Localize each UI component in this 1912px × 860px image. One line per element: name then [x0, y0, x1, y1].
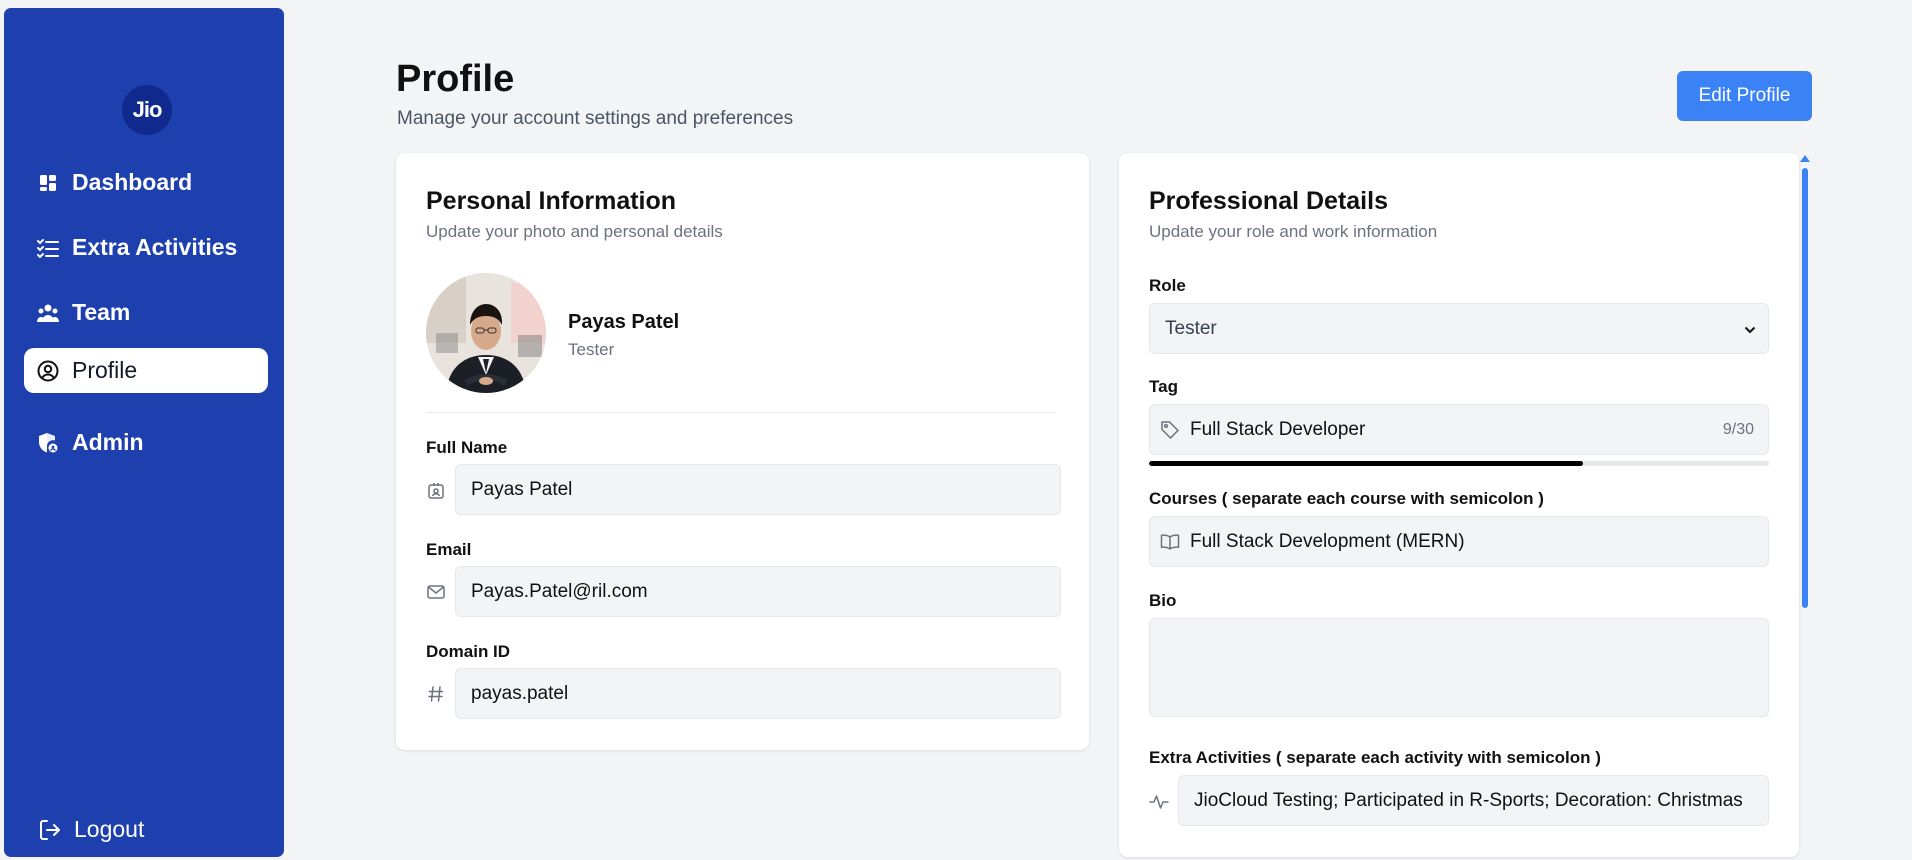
personal-information-card: Personal Information Update your photo a… — [396, 153, 1089, 750]
id-card-icon — [426, 481, 446, 501]
email-field[interactable]: Payas.Patel@ril.com — [455, 566, 1061, 617]
avatar[interactable] — [426, 273, 546, 393]
card-subtitle: Update your photo and personal details — [426, 222, 723, 241]
hash-icon — [426, 684, 446, 704]
chevron-down-icon — [1744, 318, 1756, 340]
tag-value: Full Stack Developer — [1190, 418, 1366, 440]
profile-name: Payas Patel — [568, 311, 680, 333]
jio-logo[interactable]: Jio — [122, 85, 172, 135]
sidebar-item-label: Profile — [72, 357, 138, 383]
courses-label: Courses ( separate each course with semi… — [1149, 489, 1544, 508]
bio-textarea[interactable] — [1149, 618, 1769, 717]
full-name-label: Full Name — [426, 438, 508, 457]
tag-input[interactable]: Full Stack Developer 9/30 — [1149, 404, 1769, 455]
sidebar-item-label: Admin — [72, 429, 144, 455]
sidebar-item-dashboard[interactable]: Dashboard — [24, 160, 268, 205]
courses-value: Full Stack Development (MERN) — [1190, 530, 1465, 552]
sidebar-item-extra-activities[interactable]: Extra Activities — [24, 225, 268, 270]
tag-icon — [1160, 420, 1180, 440]
card-title: Personal Information — [426, 187, 677, 215]
full-name-field[interactable]: Payas Patel — [455, 464, 1061, 515]
scroll-up-arrow[interactable] — [1800, 155, 1810, 162]
edit-profile-button[interactable]: Edit Profile — [1677, 71, 1812, 121]
domain-id-field[interactable]: payas.patel — [455, 668, 1061, 719]
tag-label: Tag — [1149, 377, 1178, 396]
logout-button[interactable]: Logout — [38, 816, 144, 843]
domain-id-label: Domain ID — [426, 642, 511, 661]
email-label: Email — [426, 540, 472, 559]
divider — [426, 412, 1056, 413]
profile-role: Tester — [568, 340, 615, 359]
role-select[interactable]: Tester — [1149, 303, 1769, 354]
tag-length-progress — [1149, 461, 1769, 466]
sidebar: Jio Dashboard Extra Activities Team Prof… — [4, 8, 284, 857]
sidebar-item-team[interactable]: Team — [24, 290, 268, 335]
extra-activities-label: Extra Activities ( separate each activit… — [1149, 748, 1601, 767]
list-check-icon — [37, 237, 59, 259]
tag-char-count: 9/30 — [1722, 420, 1754, 438]
extra-activities-input[interactable]: JioCloud Testing; Participated in R-Spor… — [1178, 775, 1769, 826]
sidebar-item-label: Extra Activities — [72, 234, 238, 260]
sidebar-item-admin[interactable]: Admin — [24, 420, 268, 465]
dashboard-icon — [37, 172, 59, 194]
team-icon — [37, 302, 59, 324]
sidebar-item-label: Team — [72, 299, 131, 325]
activity-icon — [1149, 792, 1169, 812]
page-title: Profile — [396, 58, 515, 100]
page-subtitle: Manage your account settings and prefere… — [397, 108, 794, 129]
sidebar-item-label: Dashboard — [72, 169, 193, 195]
role-label: Role — [1149, 276, 1186, 295]
card-subtitle: Update your role and work information — [1149, 222, 1438, 241]
scrollbar-thumb[interactable] — [1802, 168, 1808, 608]
logout-label: Logout — [74, 816, 145, 842]
mail-icon — [426, 582, 446, 602]
professional-details-card: Professional Details Update your role an… — [1119, 153, 1799, 857]
bio-label: Bio — [1149, 591, 1177, 610]
sidebar-item-profile[interactable]: Profile — [24, 348, 268, 393]
shield-user-icon — [37, 432, 59, 454]
role-select-value: Tester — [1165, 317, 1217, 339]
card-title: Professional Details — [1149, 187, 1388, 215]
tag-length-progress-fill — [1149, 461, 1583, 466]
book-icon — [1160, 533, 1180, 551]
courses-input[interactable]: Full Stack Development (MERN) — [1149, 516, 1769, 567]
logout-icon — [38, 818, 62, 842]
user-circle-icon — [37, 360, 59, 382]
